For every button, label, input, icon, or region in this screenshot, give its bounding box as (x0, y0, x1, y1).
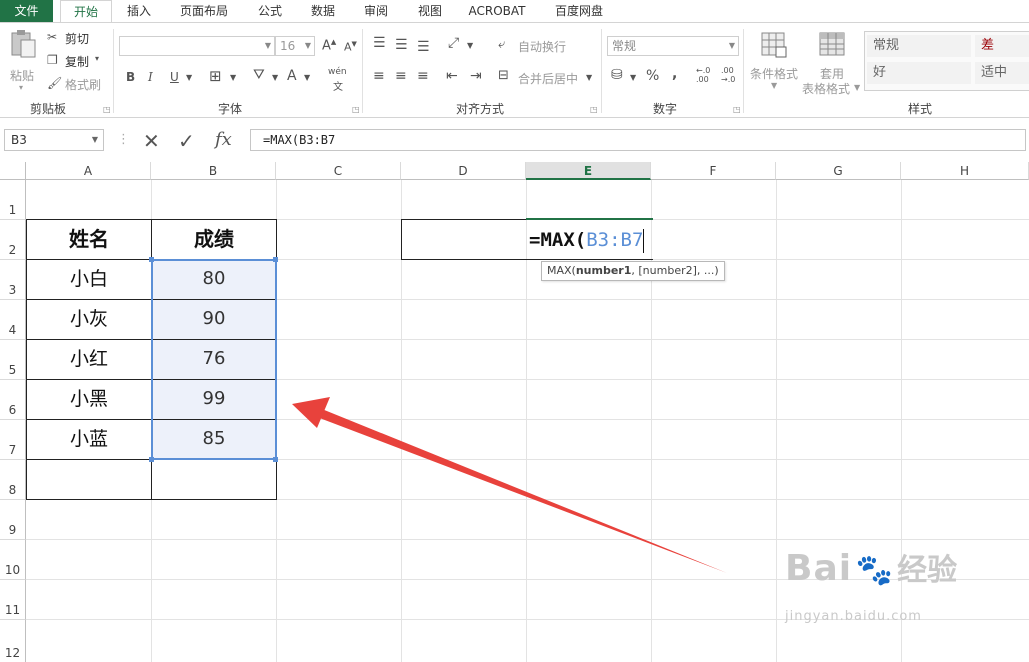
watermark-url: jingyan.baidu.com (785, 609, 922, 624)
watermark-brand: Bai (785, 548, 853, 589)
baidu-watermark: Bai 🐾 经验 jingyan.baidu.com (785, 545, 957, 624)
paw-icon: 🐾 (855, 553, 894, 588)
arrow-shaft (309, 405, 727, 573)
watermark-brand-2: 经验 (897, 553, 958, 588)
